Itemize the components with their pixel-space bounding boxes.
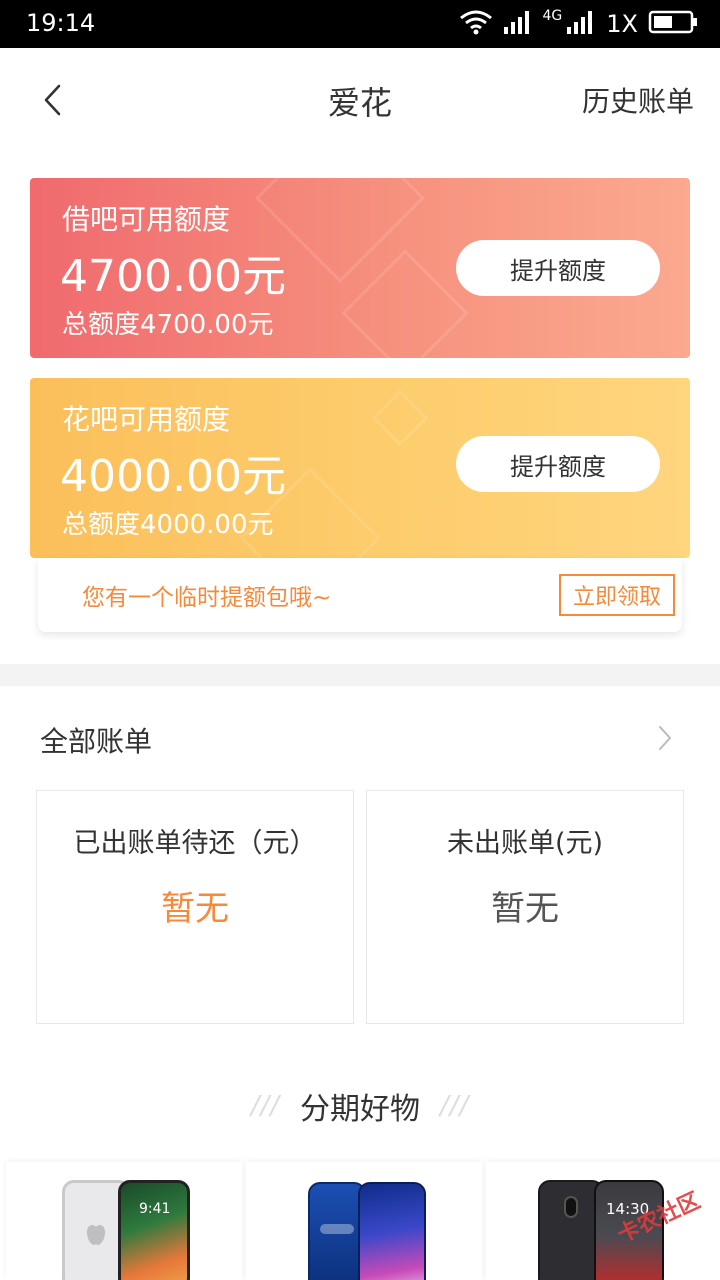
raise-borrow-limit-button[interactable]: 提升额度 bbox=[456, 240, 660, 296]
status-icons: 4G 1X bbox=[459, 8, 700, 40]
title-decoration-right: /// bbox=[440, 1091, 470, 1121]
borrow-available-amount: 4700.00元 bbox=[60, 251, 286, 302]
battery-icon bbox=[648, 9, 700, 39]
temp-quota-text: 您有一个临时提额包哦~ bbox=[82, 585, 332, 611]
all-bills-title[interactable]: 全部账单 bbox=[40, 720, 152, 760]
spend-credit-card: 花吧可用额度 4000.00元 总额度4000.00元 提升额度 bbox=[30, 378, 690, 558]
camera-icon bbox=[564, 1196, 578, 1218]
signal-icon bbox=[503, 9, 533, 39]
unbilled-value: 暂无 bbox=[491, 889, 559, 929]
installment-goods-header: /// 分期好物 /// bbox=[0, 1084, 720, 1128]
nav-bar: 爱花 历史账单 bbox=[0, 48, 720, 152]
phone-image: 9:41 bbox=[118, 1180, 190, 1280]
card-decoration bbox=[371, 389, 429, 447]
card-decoration bbox=[341, 249, 469, 358]
spend-credit-label: 花吧可用额度 bbox=[62, 403, 231, 436]
unbilled-label: 未出账单(元) bbox=[446, 828, 604, 859]
temp-quota-banner: 您有一个临时提额包哦~ 立即领取 bbox=[38, 558, 682, 632]
wifi-icon bbox=[459, 9, 493, 39]
phone-brand-mark bbox=[320, 1224, 354, 1234]
billed-pending-label: 已出账单待还（元） bbox=[73, 828, 317, 859]
status-bar: 19:14 4G 1X bbox=[0, 0, 720, 48]
borrow-total-amount: 总额度4700.00元 bbox=[62, 310, 274, 340]
network-type-4g: 4G bbox=[542, 8, 563, 24]
unbilled-card[interactable]: 未出账单(元) 暂无 bbox=[366, 790, 684, 1024]
chevron-right-icon[interactable] bbox=[650, 718, 680, 758]
product-card[interactable]: 9:41 bbox=[6, 1162, 242, 1280]
section-divider bbox=[0, 664, 720, 686]
raise-spend-limit-button[interactable]: 提升额度 bbox=[456, 436, 660, 492]
signal-icon-2 bbox=[566, 9, 596, 39]
claim-now-button[interactable]: 立即领取 bbox=[559, 574, 675, 616]
installment-goods-title: 分期好物 bbox=[300, 1092, 420, 1127]
spend-available-amount: 4000.00元 bbox=[60, 451, 286, 502]
billed-pending-card[interactable]: 已出账单待还（元） 暂无 bbox=[36, 790, 354, 1024]
borrow-credit-label: 借吧可用额度 bbox=[62, 203, 231, 236]
product-card[interactable] bbox=[246, 1162, 482, 1280]
network-type: 1X bbox=[606, 10, 638, 38]
apple-logo-icon bbox=[87, 1224, 105, 1245]
status-time: 19:14 bbox=[26, 9, 96, 37]
spend-total-amount: 总额度4000.00元 bbox=[62, 510, 274, 540]
phone-image bbox=[358, 1182, 426, 1280]
borrow-credit-card: 借吧可用额度 4700.00元 总额度4700.00元 提升额度 bbox=[30, 178, 690, 358]
phone-screen-time: 9:41 bbox=[139, 1201, 171, 1217]
title-decoration-left: /// bbox=[250, 1091, 280, 1121]
history-bills-link[interactable]: 历史账单 bbox=[582, 80, 694, 120]
billed-pending-value: 暂无 bbox=[161, 889, 229, 929]
